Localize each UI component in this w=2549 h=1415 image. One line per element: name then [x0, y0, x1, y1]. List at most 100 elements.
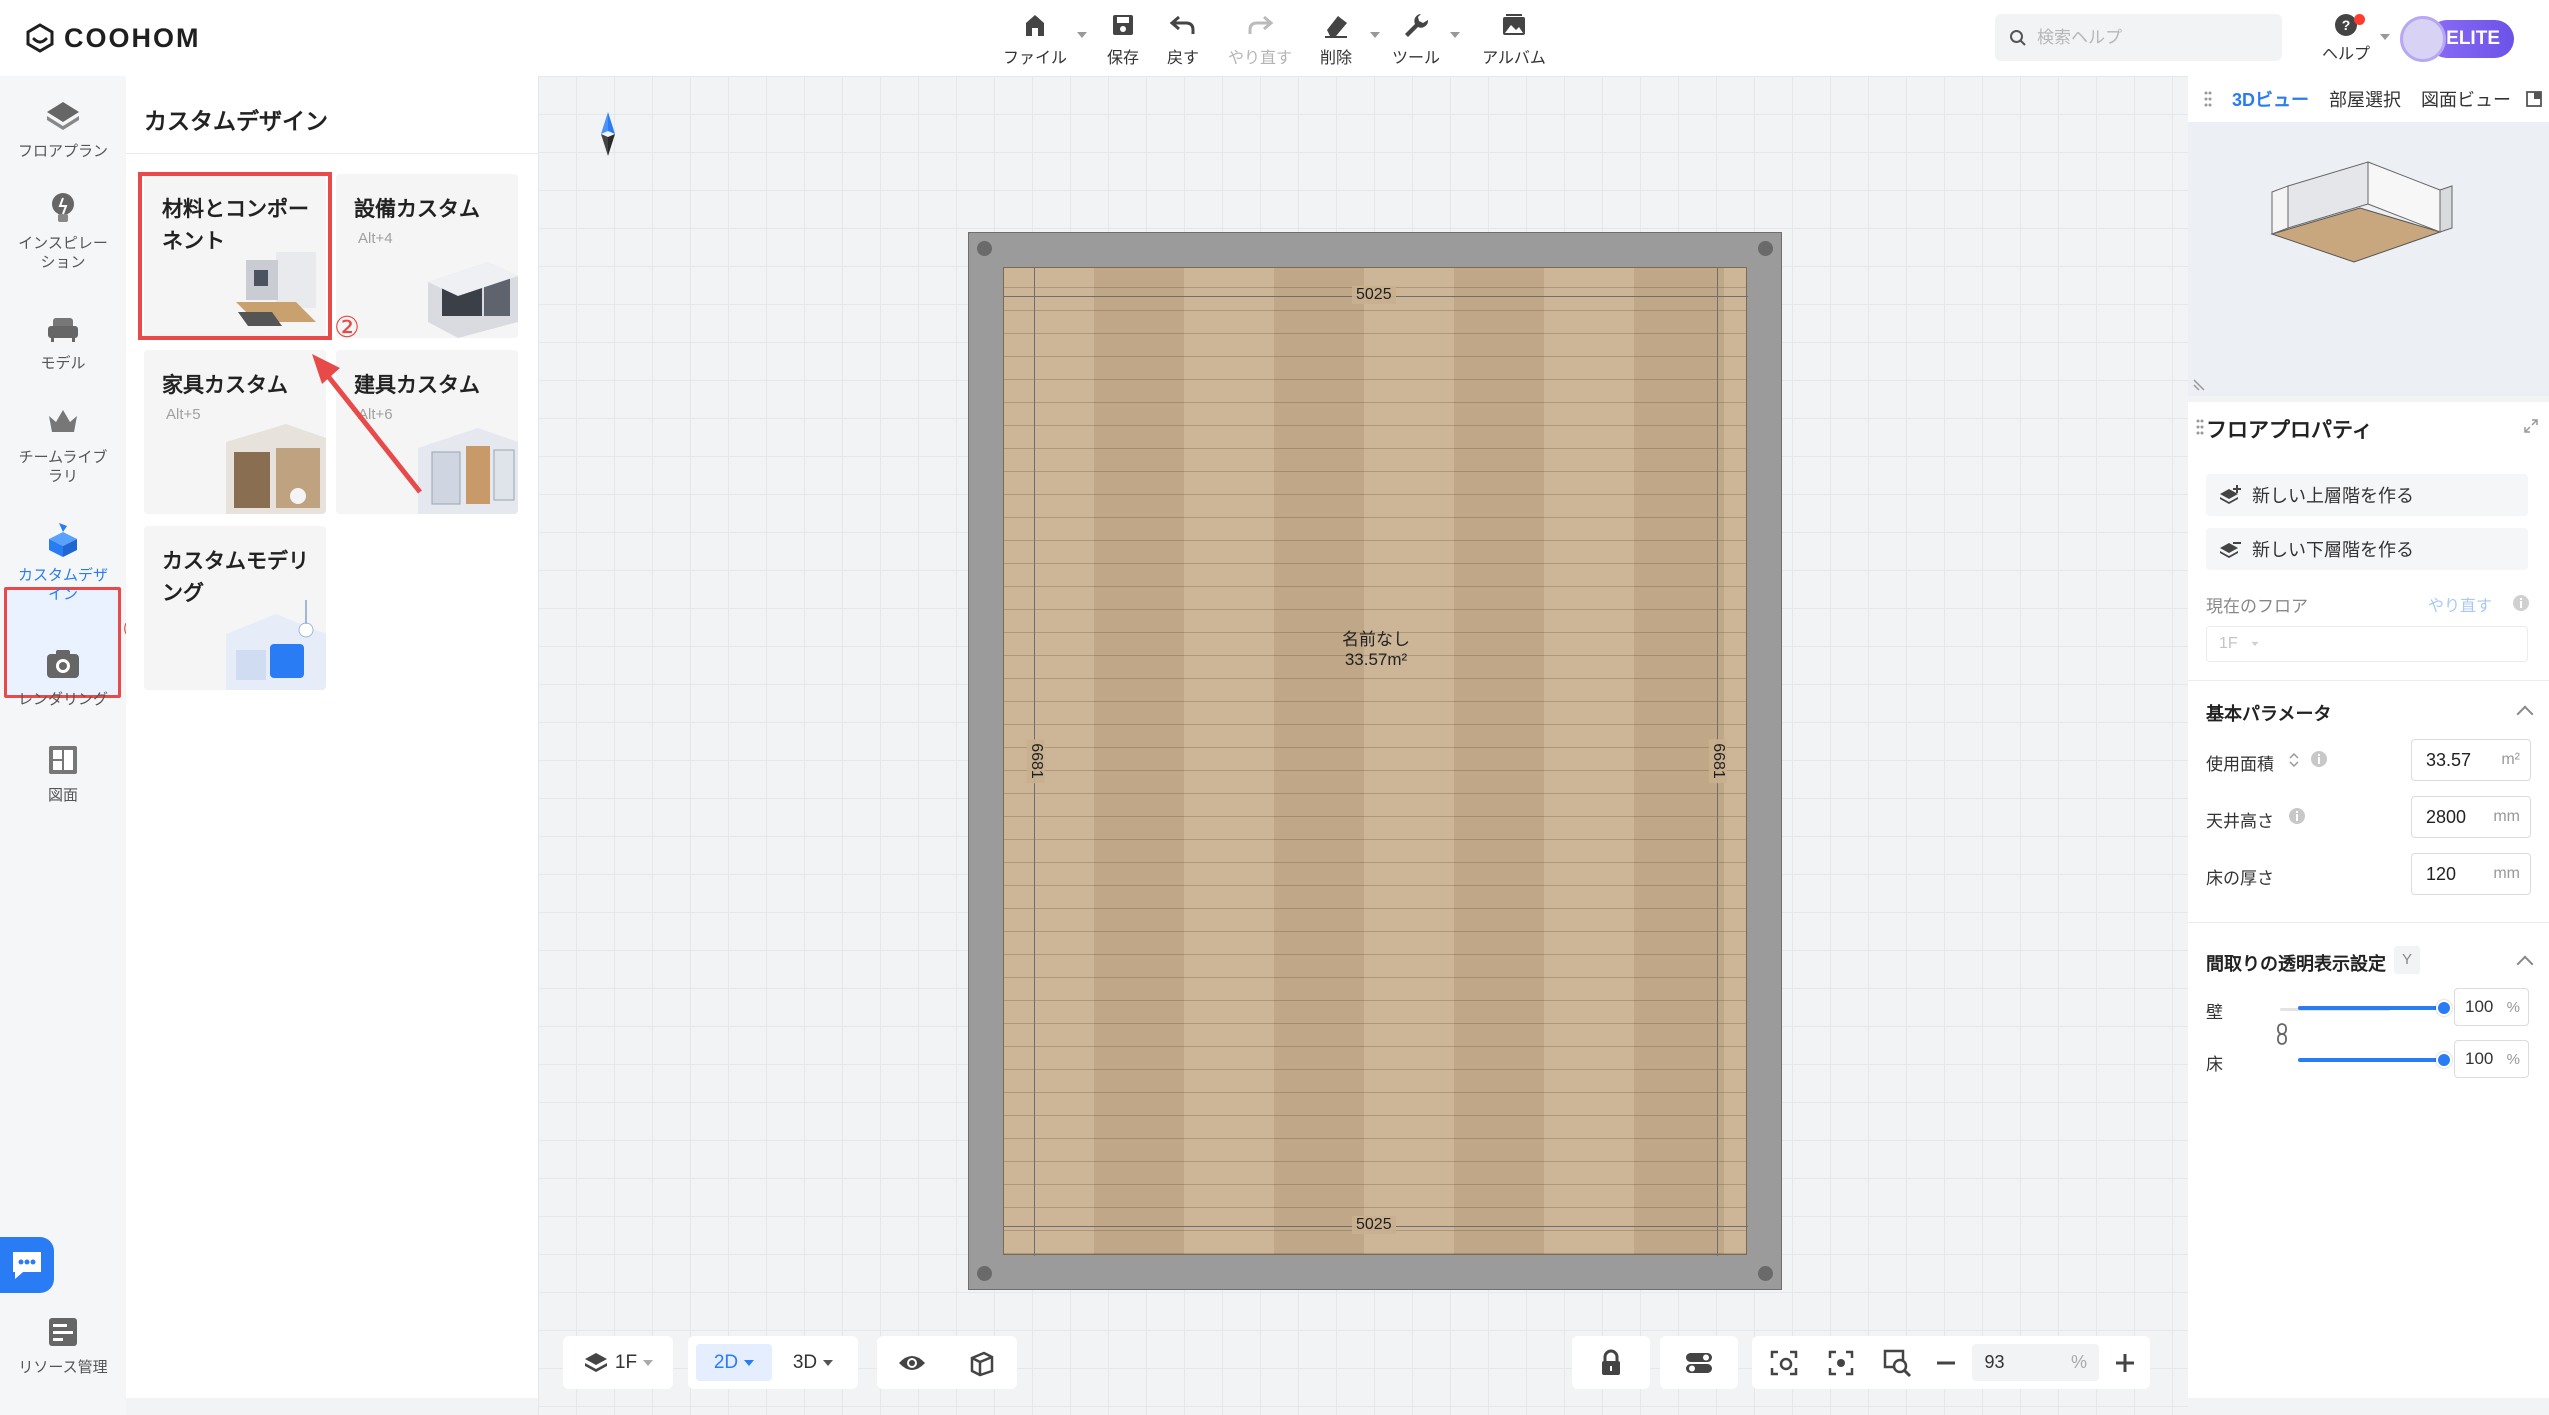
cube-view-button[interactable]	[958, 1344, 1006, 1381]
room-walls[interactable]: 5025 5025 6681 6681 名前なし 33.57m²	[968, 232, 1782, 1290]
room-label[interactable]: 名前なし 33.57m²	[1004, 630, 1748, 670]
redo-link[interactable]: やり直す	[2428, 592, 2492, 616]
ceiling-height-label: 天井高さ	[2206, 812, 2274, 831]
card-furniture-custom[interactable]: 家具カスタム Alt+5	[144, 350, 326, 514]
shortcut-key-badge: Y	[2394, 946, 2420, 974]
current-floor-select[interactable]: 1F	[2206, 626, 2528, 662]
floor-value: 1F	[614, 1351, 638, 1373]
drag-handle-icon[interactable]	[2204, 90, 2212, 108]
rail-item-resource-management[interactable]: リソース管理	[0, 1312, 126, 1377]
undo-button[interactable]: 戻す	[1143, 10, 1223, 68]
tab-drawing-view[interactable]: 図面ビュー	[2421, 86, 2511, 112]
file-menu-button[interactable]: ファイル	[995, 10, 1087, 68]
tools-menu-button[interactable]: ツール	[1376, 10, 1460, 68]
wall-corner-handle[interactable]	[1758, 1266, 1773, 1281]
delete-button[interactable]: 削除	[1296, 10, 1380, 68]
chevron-up-icon[interactable]	[2516, 955, 2534, 973]
resource-icon	[49, 1318, 77, 1346]
zoom-input[interactable]: 93 %	[1972, 1344, 2099, 1381]
rail-item-rendering[interactable]: レンダリング	[0, 644, 126, 709]
card-equipment-custom[interactable]: 設備カスタム Alt+4	[336, 174, 518, 338]
3d-preview[interactable]	[2188, 122, 2549, 396]
view-tabs: 3Dビュー 部屋選択 図面ビュー	[2188, 76, 2549, 122]
help-button[interactable]: ? ヘルプ	[2316, 12, 2390, 64]
floor-slider[interactable]	[2298, 1052, 2452, 1068]
floor-slider-knob[interactable]	[2436, 1052, 2452, 1068]
card-shortcut: Alt+4	[358, 230, 393, 247]
file-icon	[1026, 15, 1044, 36]
transparency-section[interactable]: 間取りの透明表示設定	[2206, 950, 2386, 976]
wall-slider-knob[interactable]	[2436, 1000, 2452, 1016]
compass-icon[interactable]	[600, 112, 616, 156]
wall-corner-handle[interactable]	[977, 241, 992, 256]
expand-icon[interactable]	[2523, 418, 2539, 434]
help-search-box[interactable]	[1995, 14, 2282, 61]
help-search-input[interactable]	[2037, 27, 2257, 48]
chevron-down-icon	[2380, 34, 2390, 40]
rail-item-team-library[interactable]: チームライブラリ	[0, 402, 126, 486]
wall-corner-handle[interactable]	[977, 1266, 992, 1281]
link-icon[interactable]	[2274, 1022, 2290, 1046]
coohom-logo[interactable]: COOHOM	[24, 22, 201, 54]
design-canvas[interactable]: 5025 5025 6681 6681 名前なし 33.57m²	[538, 76, 2188, 1415]
fit-settings-button[interactable]	[1762, 1344, 1806, 1381]
card-custom-modeling[interactable]: カスタムモデリング	[144, 526, 326, 690]
minus-icon	[1936, 1361, 1955, 1364]
rail-item-inspiration[interactable]: インスピレーション	[0, 188, 126, 272]
drag-handle-icon[interactable]	[2196, 418, 2204, 436]
mode-3d-button[interactable]: 3D	[778, 1344, 848, 1381]
tab-room-select[interactable]: 部屋選択	[2329, 86, 2401, 112]
zoom-to-fit-button[interactable]	[1875, 1344, 1919, 1381]
floor-thickness-input[interactable]: 120 mm	[2411, 853, 2531, 895]
help-label: ヘルプ	[2321, 46, 2370, 63]
add-layer-icon	[2220, 485, 2241, 504]
new-lower-floor-button[interactable]: 新しい下層階を作る	[2206, 528, 2528, 570]
wall-slider[interactable]	[2298, 1000, 2452, 1016]
settings-toggle-button[interactable]	[1675, 1344, 1723, 1381]
visibility-button[interactable]	[888, 1344, 936, 1381]
expand-panel-icon[interactable]	[2525, 90, 2543, 108]
rail-item-label: モデル	[40, 355, 86, 372]
chat-support-button[interactable]	[0, 1237, 54, 1293]
layers-icon	[584, 1352, 607, 1372]
mode-2d-button[interactable]: 2D	[696, 1344, 772, 1381]
user-avatar[interactable]	[2400, 16, 2446, 62]
new-upper-floor-button[interactable]: 新しい上層階を作る	[2206, 474, 2528, 516]
cube-icon	[970, 1351, 994, 1376]
view-mode-switch: 2D 3D	[688, 1336, 858, 1389]
floor-opacity-input[interactable]: 100 %	[2454, 1040, 2529, 1078]
area-input[interactable]: 33.57 m²	[2411, 739, 2531, 781]
card-title: 家具カスタム	[162, 374, 288, 397]
rail-item-model[interactable]: モデル	[0, 308, 126, 373]
chevron-down-icon	[2251, 641, 2259, 647]
basic-params-section[interactable]: 基本パラメータ	[2206, 700, 2331, 726]
notification-dot	[2354, 14, 2365, 25]
divider	[2188, 680, 2549, 681]
floor-selector-button[interactable]: 1F	[575, 1344, 661, 1381]
zoom-in-button[interactable]	[2111, 1344, 2140, 1381]
room-floor[interactable]: 5025 5025 6681 6681 名前なし 33.57m²	[1003, 267, 1748, 1256]
annotation-arrow	[312, 354, 422, 494]
rail-item-floorplan[interactable]: フロアプラン	[0, 96, 126, 161]
wall-opacity-input[interactable]: 100 %	[2454, 988, 2529, 1026]
lock-button[interactable]	[1587, 1344, 1635, 1381]
redo-button[interactable]: やり直す	[1220, 10, 1300, 68]
album-button[interactable]: アルバム	[1474, 10, 1554, 68]
panel-title: カスタムデザイン	[144, 108, 328, 134]
mode-2d-label: 2D	[713, 1351, 739, 1373]
zoom-out-button[interactable]	[1931, 1344, 1960, 1381]
chevron-up-icon[interactable]	[2516, 705, 2534, 723]
top-bar: COOHOM ファイル 保存 戻す やり直す 削除 ツール アルバム ? ヘルプ	[0, 0, 2549, 76]
rail-item-custom-design[interactable]: カスタムデザイン	[0, 520, 126, 604]
floor-selector[interactable]: 1F	[563, 1336, 673, 1389]
ceiling-height-input[interactable]: 2800 mm	[2411, 796, 2531, 838]
rail-item-drawing[interactable]: 図面	[0, 740, 126, 805]
redo-label: やり直す	[1227, 50, 1292, 67]
divider	[2188, 922, 2549, 923]
wall-corner-handle[interactable]	[1758, 241, 1773, 256]
file-label: ファイル	[1002, 50, 1067, 67]
resize-handle-icon[interactable]	[2192, 378, 2206, 392]
focus-button[interactable]	[1818, 1344, 1862, 1381]
chevron-down-icon	[823, 1359, 834, 1366]
tab-3d-view[interactable]: 3Dビュー	[2232, 86, 2309, 112]
